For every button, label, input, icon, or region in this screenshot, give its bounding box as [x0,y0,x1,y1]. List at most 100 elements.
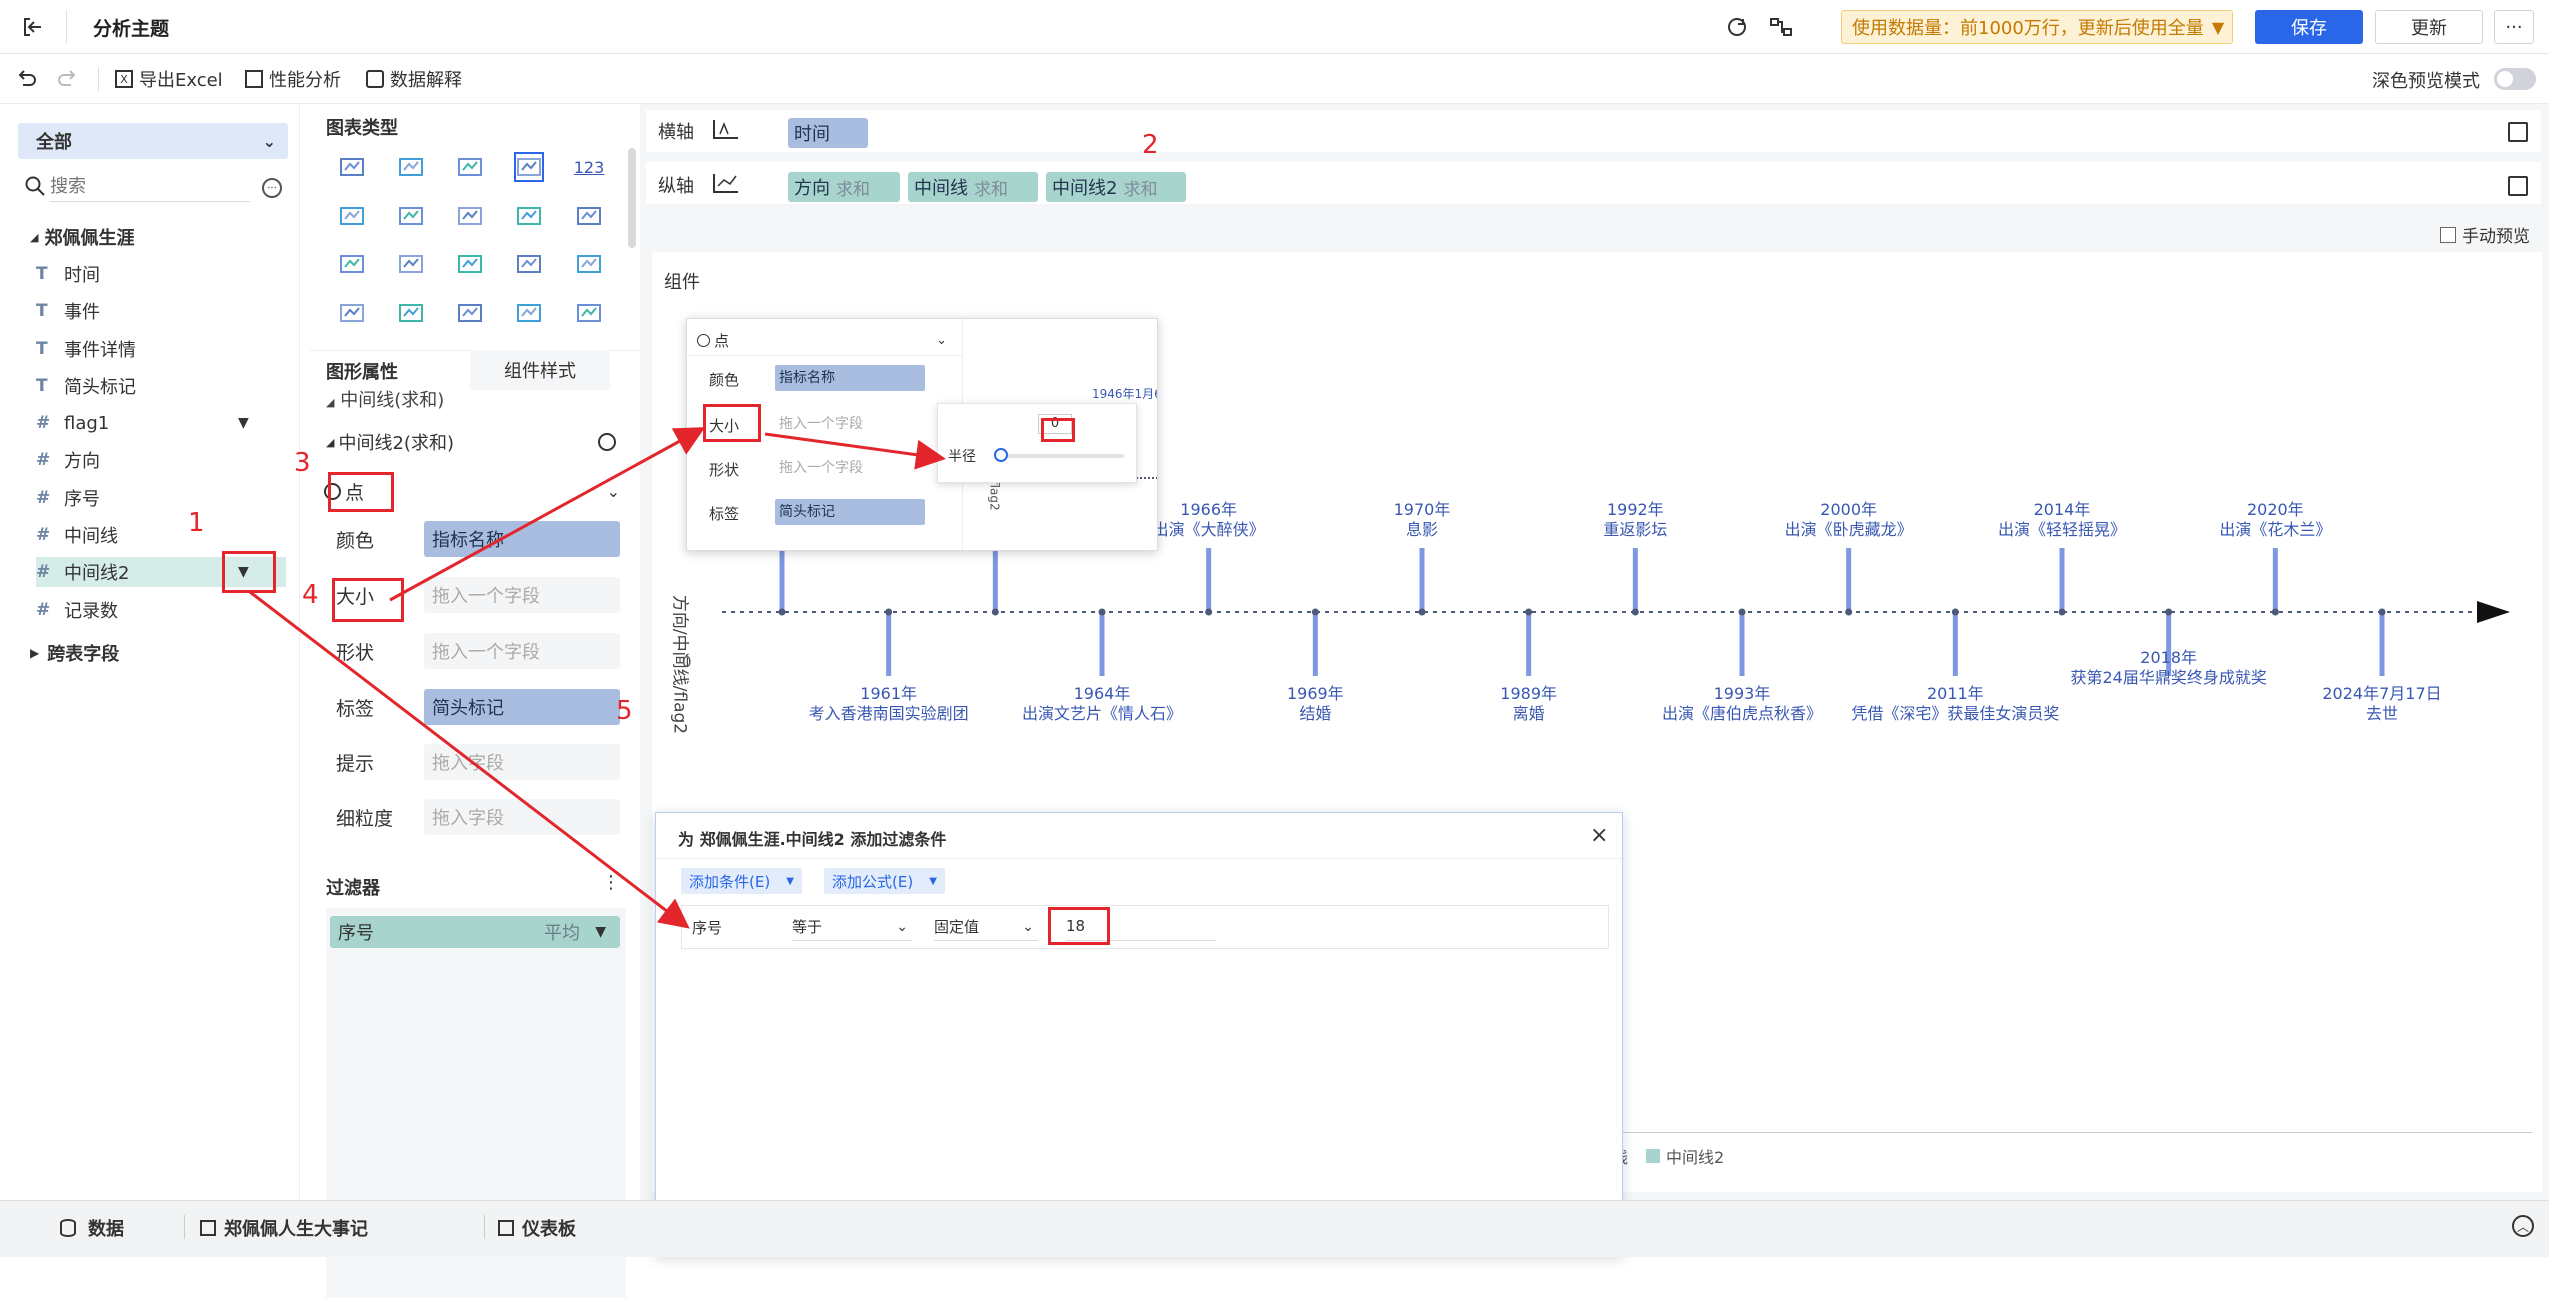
popup-mark-type[interactable]: 点 ⌄ [697,327,947,353]
lock-icon[interactable] [2508,122,2528,142]
value-type-select[interactable]: 固定值 ⌄ [934,913,1038,941]
prop-drop-slot[interactable]: 指标名称 [424,521,620,557]
cross-table-node[interactable]: ▶ 跨表字段 [30,640,119,666]
refresh-icon[interactable] [1724,14,1750,40]
filter-icon[interactable]: ▼ [238,415,249,431]
field-item[interactable]: # 方向 [36,445,100,475]
chart-type-option-icon[interactable] [396,298,426,328]
more-button[interactable]: ··· [2494,10,2534,44]
popup-shape-slot[interactable]: 拖入一个字段 [775,455,925,481]
radius-label: 半径 [948,449,976,465]
prop-drop-slot[interactable]: 拖入字段 [424,799,620,835]
export-excel-button[interactable]: X 导出Excel [115,66,223,92]
undo-icon[interactable] [14,66,38,90]
chart-type-option-icon[interactable] [337,201,367,231]
explain-icon [366,70,384,88]
field-item[interactable]: T 时间 [36,259,100,289]
prop-drop-slot[interactable]: 简头标记 [424,689,620,725]
timeline-bar [1419,548,1425,612]
chart-type-option-icon[interactable] [574,298,604,328]
chart-type-option-icon[interactable] [337,298,367,328]
update-button[interactable]: 更新 [2375,10,2483,44]
chart-type-option-icon[interactable] [514,249,544,279]
operator-select[interactable]: 等于 ⌄ [792,913,912,941]
filter-chip[interactable]: 序号 平均 ▼ [330,916,620,948]
scope-select[interactable]: 全部 ⌄ [18,123,288,159]
timeline-bar [886,612,892,676]
dropdown-caret-icon: ▼ [786,875,794,887]
y-axis-chip[interactable]: 方向 求和 [788,172,900,202]
chart-type-option-icon[interactable] [574,249,604,279]
table-node[interactable]: ◢ 郑佩佩生涯 [30,224,134,250]
event-text: 出演《轻轻摇晃》 [1997,520,2126,539]
timeline-event-label: 2024年7月17日 去世 [2262,684,2502,724]
flow-icon[interactable] [1768,14,1794,40]
manual-preview-checkbox[interactable] [2440,226,2456,243]
collapse-up-icon[interactable]: ︿ [2512,1215,2534,1237]
tab-dashboard[interactable]: 仪表板 [498,1215,576,1241]
tab-component-style[interactable]: 组件样式 [470,350,610,390]
popup-shape-label: 形状 [709,461,740,479]
close-icon[interactable]: × [1590,823,1608,848]
prop-drop-slot[interactable]: 拖入一个字段 [424,633,620,669]
prop-drop-slot[interactable]: 拖入字段 [424,744,620,780]
data-explain-button[interactable]: 数据解释 [366,66,462,92]
radius-slider-handle[interactable] [994,448,1008,462]
timeline-point [2058,608,2066,616]
radius-slider[interactable] [994,454,1124,458]
chart-type-option-icon[interactable] [514,201,544,231]
chart-type-option-icon[interactable] [396,201,426,231]
chart-type-option-icon[interactable] [337,152,367,182]
popup-size-slot[interactable]: 拖入一个字段 [775,411,925,437]
popup-color-value[interactable]: 指标名称 [775,365,925,391]
x-axis-chip[interactable]: 时间 [788,118,868,148]
layer-1[interactable]: ◢ 中间线(求和) [326,386,616,414]
y-axis-chip[interactable]: 中间线 求和 [908,172,1038,202]
exit-icon[interactable] [20,14,46,40]
field-panel: 全部 ⌄ ··· ◢ 郑佩佩生涯 T 时间 T 事件 T 事件详情 T 简头标记 # flag1 ▼… [0,104,300,1200]
usage-notice[interactable]: 使用数据量：前1000万行，更新后使用全量 ▼ [1841,10,2233,44]
add-condition-button[interactable]: 添加条件(E) ▼ [681,868,802,894]
tab-sheet[interactable]: 郑佩佩人生大事记 [200,1215,368,1241]
chart-type-option-icon[interactable] [514,152,544,182]
add-formula-button[interactable]: 添加公式(E) ▼ [824,868,945,894]
chart-type-option-icon[interactable] [337,249,367,279]
chart-type-option-icon[interactable]: 123 [574,152,605,182]
number-field-icon: # [36,488,51,508]
field-item[interactable]: # 中间线 [36,520,118,550]
chart-type-option-icon[interactable] [455,201,485,231]
field-item[interactable]: T 简头标记 [36,371,136,401]
field-item[interactable]: # 记录数 [36,595,118,625]
chart-type-option-icon[interactable] [574,201,604,231]
perf-analysis-button[interactable]: 性能分析 [245,66,341,92]
chart-type-option-icon[interactable] [455,152,485,182]
chart-type-option-icon[interactable] [514,298,544,328]
prop-drop-slot[interactable]: 拖入一个字段 [424,577,620,613]
field-item[interactable]: # flag1 ▼ [36,408,249,438]
field-item[interactable]: # 序号 [36,483,100,513]
chart-type-option-icon[interactable] [396,152,426,182]
save-button[interactable]: 保存 [2255,10,2363,44]
operator-value: 等于 [792,918,823,936]
popup-tag-value[interactable]: 简头标记 [775,499,925,525]
filter-more-icon[interactable]: ⋮ [602,872,620,893]
field-item[interactable]: T 事件 [36,296,100,326]
search-input[interactable] [50,172,250,202]
redo-icon[interactable] [56,66,80,90]
lock-icon[interactable] [2508,176,2528,196]
dark-preview-toggle[interactable] [2494,68,2536,90]
more-options-icon[interactable]: ··· [262,178,282,198]
tab-shape-attr[interactable]: 图形属性 [326,354,398,388]
data-explain-label: 数据解释 [390,70,462,91]
layer-2[interactable]: ◢ 中间线2(求和) [326,428,616,456]
field-item[interactable]: T 事件详情 [36,334,136,364]
timeline-bar [1846,548,1852,612]
dark-preview-label: 深色预览模式 [2372,71,2480,92]
chart-type-option-icon[interactable] [455,298,485,328]
timeline-bar [779,548,785,612]
chart-type-option-icon[interactable] [455,249,485,279]
y-axis-chip[interactable]: 中间线2 求和 [1046,172,1186,202]
chart-type-option-icon[interactable] [396,249,426,279]
tab-data[interactable]: 数据 [60,1215,124,1241]
manual-preview[interactable]: 手动预览 [2440,222,2530,247]
